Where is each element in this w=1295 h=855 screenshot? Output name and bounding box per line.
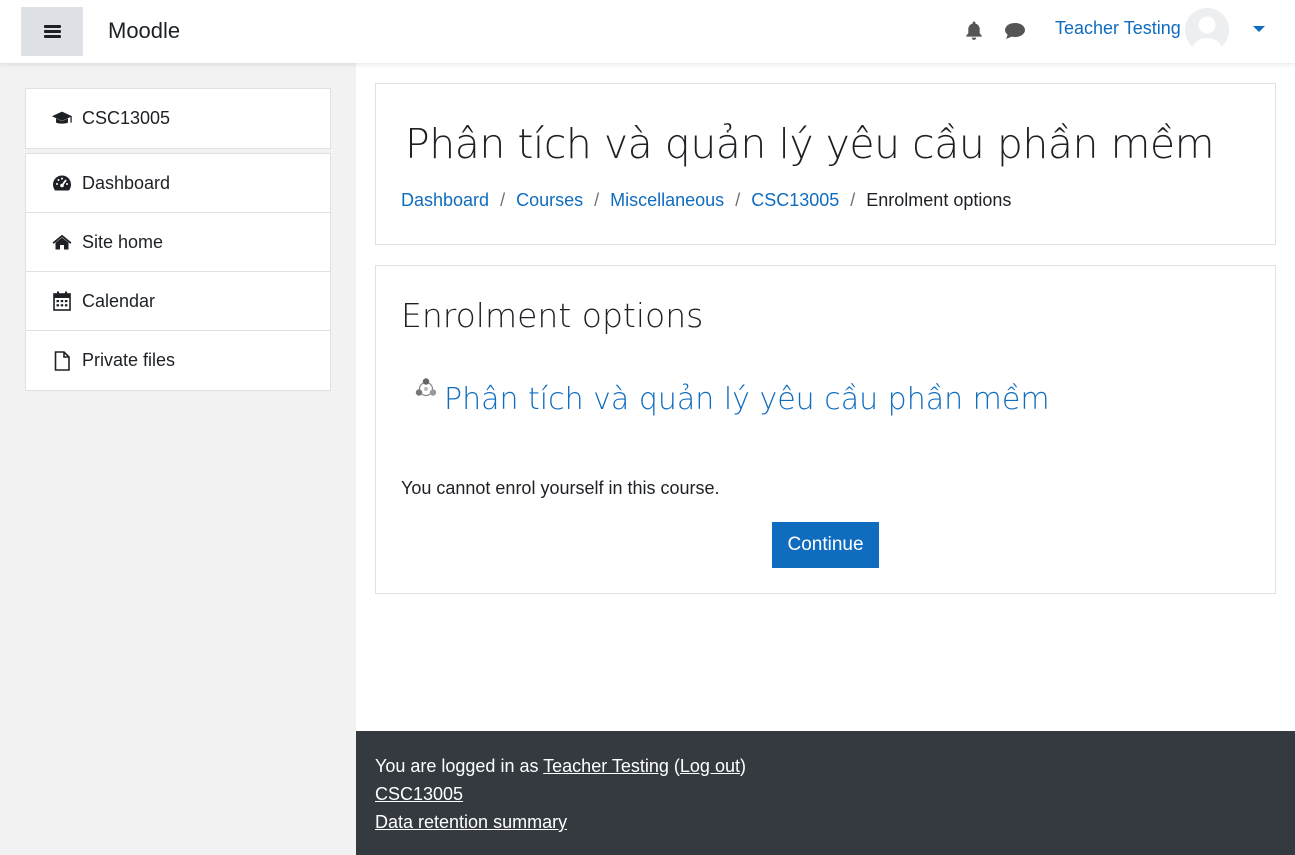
main-region: Phân tích và quản lý yêu cầu phần mềm Da… <box>356 63 1295 731</box>
breadcrumb-courses[interactable]: Courses <box>516 190 583 211</box>
sidebar-item-label: CSC13005 <box>82 108 171 128</box>
data-retention-link[interactable]: Data retention summary <box>375 812 567 832</box>
side-drawer: CSC13005 Dashboard Site home Calendar Pr… <box>0 63 356 855</box>
sidebar-item-label: Dashboard <box>82 172 171 193</box>
breadcrumb: Dashboard / Courses / Miscellaneous / CS… <box>401 190 1011 211</box>
login-info-prefix: You are logged in as <box>375 756 544 776</box>
sidebar-item-site-home[interactable]: Site home <box>26 213 330 272</box>
user-menu-name[interactable]: Teacher Testing <box>1055 18 1181 39</box>
main-nav-group: Dashboard Site home Calendar Private fil… <box>25 153 331 391</box>
logout-link[interactable]: Log out <box>680 756 740 776</box>
sidebar-item-dashboard[interactable]: Dashboard <box>26 154 330 213</box>
page-footer: You are logged in as Teacher Testing (Lo… <box>356 731 1295 855</box>
breadcrumb-dashboard[interactable]: Dashboard <box>401 190 489 211</box>
login-info-close-paren: ) <box>739 756 746 776</box>
breadcrumb-separator: / <box>850 190 856 210</box>
calendar-icon <box>51 291 73 311</box>
course-name-link[interactable]: Phân tích và quản lý yêu cầu phần mềm <box>444 382 1050 417</box>
page-header: Phân tích và quản lý yêu cầu phần mềm Da… <box>375 83 1276 245</box>
sidebar-item-private-files[interactable]: Private files <box>26 331 330 390</box>
avatar[interactable] <box>1185 8 1229 52</box>
side-panel-toggle-button[interactable] <box>21 7 83 56</box>
footer-user-link[interactable]: Teacher Testing <box>543 756 669 776</box>
breadcrumb-course[interactable]: CSC13005 <box>751 190 839 211</box>
site-brand[interactable]: Moodle <box>108 18 180 44</box>
course-nav-group: CSC13005 <box>25 88 331 149</box>
enrolment-card: Enrolment options Phân tích và quản lý y… <box>375 265 1276 594</box>
login-info: You are logged in as Teacher Testing (Lo… <box>375 752 1295 780</box>
breadcrumb-current: Enrolment options <box>866 190 1012 210</box>
section-title: Enrolment options <box>401 296 704 335</box>
navbar: Moodle Teacher Testing <box>0 0 1295 63</box>
course-icon <box>415 378 437 400</box>
home-icon <box>51 232 73 252</box>
sidebar-item-label: Calendar <box>82 290 156 311</box>
footer-course-link[interactable]: CSC13005 <box>375 784 463 804</box>
file-icon <box>51 350 73 371</box>
bell-icon[interactable] <box>964 20 984 42</box>
sidebar-item-calendar[interactable]: Calendar <box>26 272 330 331</box>
breadcrumb-miscellaneous[interactable]: Miscellaneous <box>610 190 724 211</box>
sidebar-item-label: Site home <box>82 231 164 252</box>
menu-icon <box>43 25 61 38</box>
chat-icon[interactable] <box>1004 20 1026 42</box>
caret-down-icon[interactable] <box>1253 26 1265 32</box>
page-title: Phân tích và quản lý yêu cầu phần mềm <box>405 120 1215 168</box>
continue-button[interactable]: Continue <box>772 522 879 568</box>
course-link[interactable]: Phân tích và quản lý yêu cầu phần mềm <box>415 378 1050 417</box>
breadcrumb-separator: / <box>735 190 741 210</box>
sidebar-item-course[interactable]: CSC13005 <box>26 89 330 148</box>
sidebar-item-label: Private files <box>82 350 176 370</box>
enrol-notice: You cannot enrol yourself in this course… <box>401 478 720 498</box>
graduation-cap-icon <box>51 109 73 129</box>
login-info-open-paren: ( <box>668 756 680 776</box>
breadcrumb-separator: / <box>594 190 600 210</box>
tachometer-icon <box>51 173 73 193</box>
breadcrumb-separator: / <box>500 190 506 210</box>
